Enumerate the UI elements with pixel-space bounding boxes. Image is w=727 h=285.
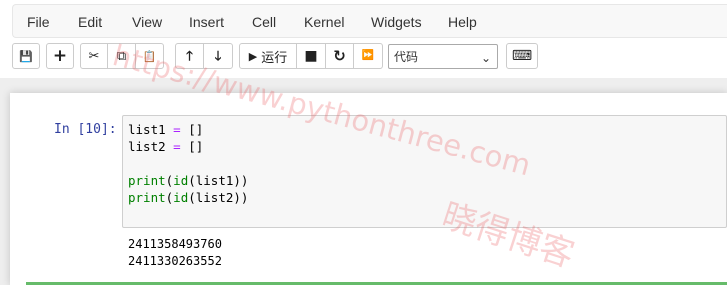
code-var: list1 (128, 122, 166, 137)
save-icon: 💾 (19, 49, 33, 63)
move-up-button[interactable]: 🡑 (175, 43, 204, 69)
code-operator: = (165, 122, 189, 137)
code-args: (list1)) (188, 173, 249, 188)
cut-icon: ✂ (88, 48, 100, 64)
code-operator: = (165, 139, 189, 154)
cell-type-select[interactable]: 代码 ⌄ (388, 44, 498, 69)
menu-widgets[interactable]: Widgets (371, 14, 422, 30)
move-down-button[interactable]: 🡓 (203, 43, 233, 69)
restart-button[interactable]: ↻ (325, 43, 354, 69)
code-var: list2 (128, 139, 166, 154)
menu-kernel[interactable]: Kernel (304, 14, 344, 30)
code-line-4: print(id(list1)) (128, 173, 248, 188)
restart-icon: ↻ (333, 46, 346, 65)
fast-forward-icon: ⏩ (361, 50, 375, 61)
keyboard-icon: ⌨ (511, 48, 533, 64)
code-builtin: id (173, 173, 189, 188)
arrow-up-icon: 🡑 (186, 48, 193, 64)
copy-icon: ⧉ (116, 48, 127, 64)
menu-insert[interactable]: Insert (189, 14, 224, 30)
code-builtin: id (173, 190, 189, 205)
cell-output-line: 2411330263552 (128, 254, 222, 268)
code-line-1: list1 = [] (128, 122, 203, 137)
code-cell-input[interactable]: list1 = [] list2 = [] print(id(list1)) p… (122, 115, 727, 228)
paste-icon: 📋 (142, 49, 157, 63)
chevron-down-icon: ⌄ (480, 51, 491, 65)
plus-icon: + (52, 45, 68, 66)
copy-button[interactable]: ⧉ (107, 43, 136, 69)
code-builtin: print (128, 173, 166, 188)
menu-help[interactable]: Help (448, 14, 477, 30)
run-button[interactable]: ▶ 运行 (239, 43, 297, 69)
input-prompt: In [10]: (54, 122, 117, 137)
code-builtin: print (128, 190, 166, 205)
save-button[interactable]: 💾 (12, 43, 40, 69)
menubar: File Edit View Insert Cell Kernel Widget… (12, 4, 727, 38)
run-label: 运行 (261, 50, 288, 66)
arrow-down-icon: 🡓 (214, 48, 222, 64)
run-icon: ▶ (248, 49, 258, 63)
code-value: [] (188, 139, 204, 154)
code-value: [] (188, 122, 204, 137)
code-line-2: list2 = [] (128, 139, 203, 154)
command-palette-button[interactable]: ⌨ (506, 43, 538, 69)
cut-button[interactable]: ✂ (80, 43, 108, 69)
menu-view[interactable]: View (132, 14, 162, 30)
menu-cell[interactable]: Cell (252, 14, 276, 30)
interrupt-button[interactable]: ■ (296, 43, 326, 69)
cell-output-line: 2411358493760 (128, 237, 222, 251)
insert-cell-button[interactable]: + (46, 43, 74, 69)
stop-icon: ■ (304, 48, 318, 64)
code-line-5: print(id(list2)) (128, 190, 248, 205)
paste-button[interactable]: 📋 (135, 43, 164, 69)
cell-type-value: 代码 (394, 50, 419, 64)
restart-run-all-button[interactable]: ⏩ (353, 43, 383, 69)
code-args: (list2)) (188, 190, 249, 205)
menu-file[interactable]: File (27, 14, 50, 30)
menu-edit[interactable]: Edit (78, 14, 102, 30)
